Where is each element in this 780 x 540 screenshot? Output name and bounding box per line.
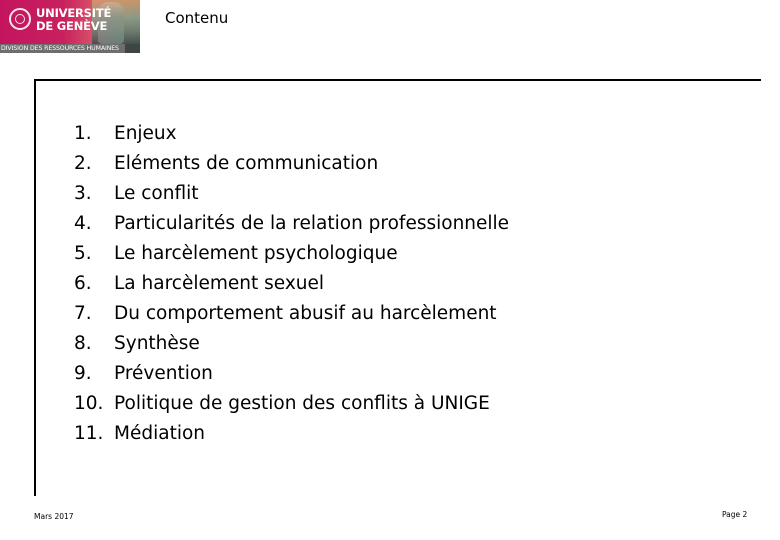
toc-item: 7. Du comportement abusif au harcèlement (74, 298, 509, 328)
toc-item-label: Prévention (114, 362, 213, 384)
toc-item-number: 4. (74, 212, 92, 234)
toc-item-label: La harcèlement sexuel (114, 272, 325, 294)
toc-item-number: 9. (74, 362, 92, 384)
toc-item: 6. La harcèlement sexuel (74, 268, 509, 298)
toc-item-label: Médiation (114, 422, 206, 444)
footer-page-number: Page 2 (722, 510, 748, 519)
toc-item-label: Le conflit (114, 182, 199, 204)
toc-item-label: Particularités de la relation profession… (114, 212, 510, 234)
toc-item-label: Synthèse (114, 332, 200, 354)
toc-item-number: 8. (74, 332, 92, 354)
toc-item-number: 6. (74, 272, 92, 294)
toc-item: 3. Le conflit (74, 178, 509, 208)
toc-item: 2. Eléments de communication (74, 148, 509, 178)
toc-item-label: Eléments de communication (114, 152, 379, 174)
toc-item-number: 10. (74, 392, 104, 414)
toc-item: 4. Particularités de la relation professi… (74, 208, 509, 238)
toc-item-number: 11. (74, 422, 104, 444)
toc-item: 8. Synthèse (74, 328, 509, 358)
toc-item-label: Politique de gestion des conflits à UNIG… (114, 392, 490, 414)
university-logo: UNIVERSITÉ DE GENÈVE DIVISION DES RESSOU… (0, 0, 140, 53)
toc-item-number: 2. (74, 152, 92, 174)
toc-item: 11. Médiation (74, 418, 509, 448)
toc-item: 9. Prévention (74, 358, 509, 388)
frame-top-rule (34, 79, 761, 81)
logo-band-tail (125, 44, 140, 53)
logo-division-band: DIVISION DES RESSOURCES HUMAINES (0, 44, 126, 53)
university-seal-icon (9, 8, 31, 30)
logo-name-line2: DE GENÈVE (36, 19, 108, 33)
table-of-contents: 1. Enjeux 2. Eléments de communication 3. L… (74, 118, 509, 448)
toc-item-label: Enjeux (114, 122, 177, 144)
toc-item: 1. Enjeux (74, 118, 509, 148)
toc-item-label: Du comportement abusif au harcèlement (114, 302, 497, 324)
toc-item-number: 7. (74, 302, 92, 324)
toc-item: 10. Politique de gestion des conflits à U… (74, 388, 509, 418)
toc-item-label: Le harcèlement psychologique (114, 242, 398, 264)
toc-item: 5. Le harcèlement psychologique (74, 238, 509, 268)
slide-title: Contenu (165, 9, 229, 27)
footer-date: Mars 2017 (34, 512, 74, 521)
frame-left-rule (34, 79, 36, 496)
toc-item-number: 5. (74, 242, 92, 264)
logo-university-name: UNIVERSITÉ DE GENÈVE (36, 7, 111, 33)
toc-item-number: 3. (74, 182, 92, 204)
toc-item-number: 1. (74, 122, 92, 144)
